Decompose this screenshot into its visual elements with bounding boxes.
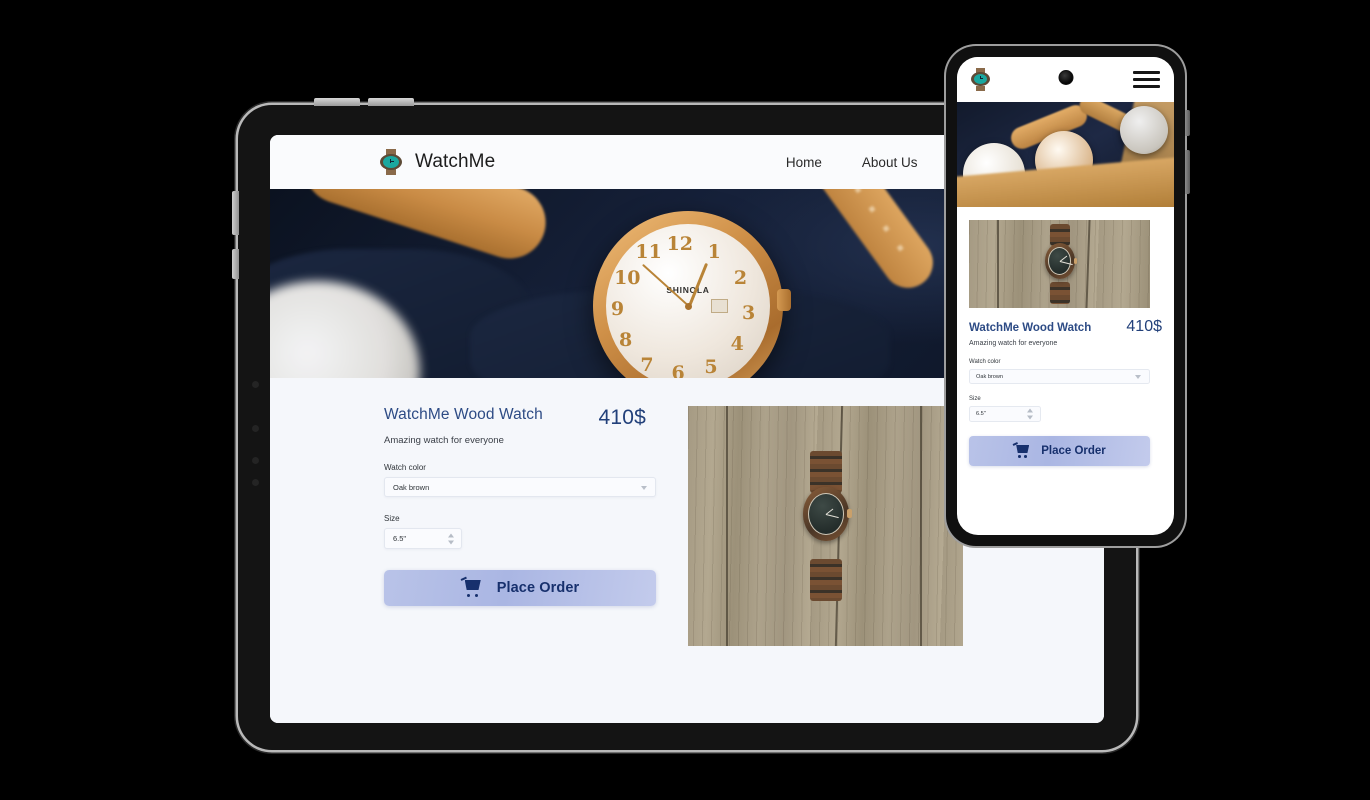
wood-watch-graphic: [802, 451, 852, 601]
tablet-top-button-1[interactable]: [314, 98, 360, 106]
front-camera: [1058, 70, 1073, 85]
product-title: WatchMe Wood Watch: [384, 406, 543, 423]
tablet-volume-button[interactable]: [232, 191, 239, 235]
phone-watch-color-value: Oak brown: [976, 373, 1004, 380]
watch-icon[interactable]: [971, 68, 990, 91]
watch-icon: [380, 149, 402, 175]
shopping-cart-icon: [1012, 442, 1030, 458]
phone-size-label: Size: [969, 396, 981, 402]
tablet-power-button[interactable]: [232, 249, 239, 279]
phone-product-subtitle: Amazing watch for everyone: [969, 340, 1058, 347]
phone-size-value: 6.5": [976, 411, 986, 417]
phone-product-price: 410$: [1126, 318, 1162, 335]
phone-header: [957, 57, 1174, 102]
phone-watch-color-label: Watch color: [969, 359, 1001, 365]
nav-link-home[interactable]: Home: [786, 155, 822, 170]
phone-product-title: WatchMe Wood Watch: [969, 322, 1092, 334]
watch-color-value: Oak brown: [393, 482, 430, 492]
brand-logo[interactable]: WatchMe: [380, 149, 495, 175]
brand-name: WatchMe: [415, 151, 496, 172]
phone-watch-color-select[interactable]: Oak brown: [969, 369, 1150, 384]
chevron-down-icon: [641, 485, 647, 490]
stepper-arrows-icon[interactable]: [1027, 408, 1033, 420]
stepper-down-icon[interactable]: [1027, 415, 1033, 420]
tablet-bezel-dot: [252, 381, 259, 388]
stepper-down-icon[interactable]: [448, 540, 454, 544]
phone-product-photo: [969, 220, 1150, 308]
hamburger-menu-icon[interactable]: [1133, 71, 1160, 88]
watch-color-select[interactable]: Oak brown: [384, 477, 656, 497]
tablet-bezel-dot: [252, 425, 259, 432]
size-stepper[interactable]: 6.5": [384, 528, 462, 549]
wood-watch-graphic: [1044, 224, 1077, 304]
phone-place-order-button[interactable]: Place Order: [969, 436, 1150, 466]
stepper-up-icon[interactable]: [1027, 408, 1033, 413]
size-value: 6.5": [393, 534, 407, 543]
product-subtitle: Amazing watch for everyone: [384, 435, 504, 446]
nav-link-about-us[interactable]: About Us: [862, 155, 918, 170]
phone-volume-button[interactable]: [1185, 110, 1190, 136]
product-price: 410$: [598, 406, 646, 429]
phone-screen: WatchMe Wood Watch 410$ Amazing watch fo…: [957, 57, 1174, 535]
size-label: Size: [384, 514, 400, 523]
tablet-top-button-2[interactable]: [368, 98, 414, 106]
watch-color-label: Watch color: [384, 463, 426, 472]
product-photo: [688, 406, 963, 646]
chevron-down-icon: [1135, 375, 1141, 379]
product-details: WatchMe Wood Watch 410$ Amazing watch fo…: [270, 406, 660, 723]
tablet-bezel-dot: [252, 457, 259, 464]
phone-product-section: WatchMe Wood Watch 410$ Amazing watch fo…: [957, 207, 1174, 466]
phone-size-stepper[interactable]: 6.5": [969, 406, 1041, 422]
phone-place-order-label: Place Order: [1041, 445, 1106, 457]
place-order-button[interactable]: Place Order: [384, 570, 656, 606]
phone-hero-banner: [957, 102, 1174, 207]
phone-power-button[interactable]: [1185, 150, 1190, 194]
tablet-bezel-dot: [252, 479, 259, 486]
stepper-up-icon[interactable]: [448, 533, 454, 537]
place-order-label: Place Order: [496, 580, 580, 596]
shopping-cart-icon: [460, 576, 483, 597]
hero-watch-3: [1120, 106, 1168, 154]
phone-device: WatchMe Wood Watch 410$ Amazing watch fo…: [946, 46, 1190, 546]
stepper-arrows-icon[interactable]: [448, 533, 454, 544]
